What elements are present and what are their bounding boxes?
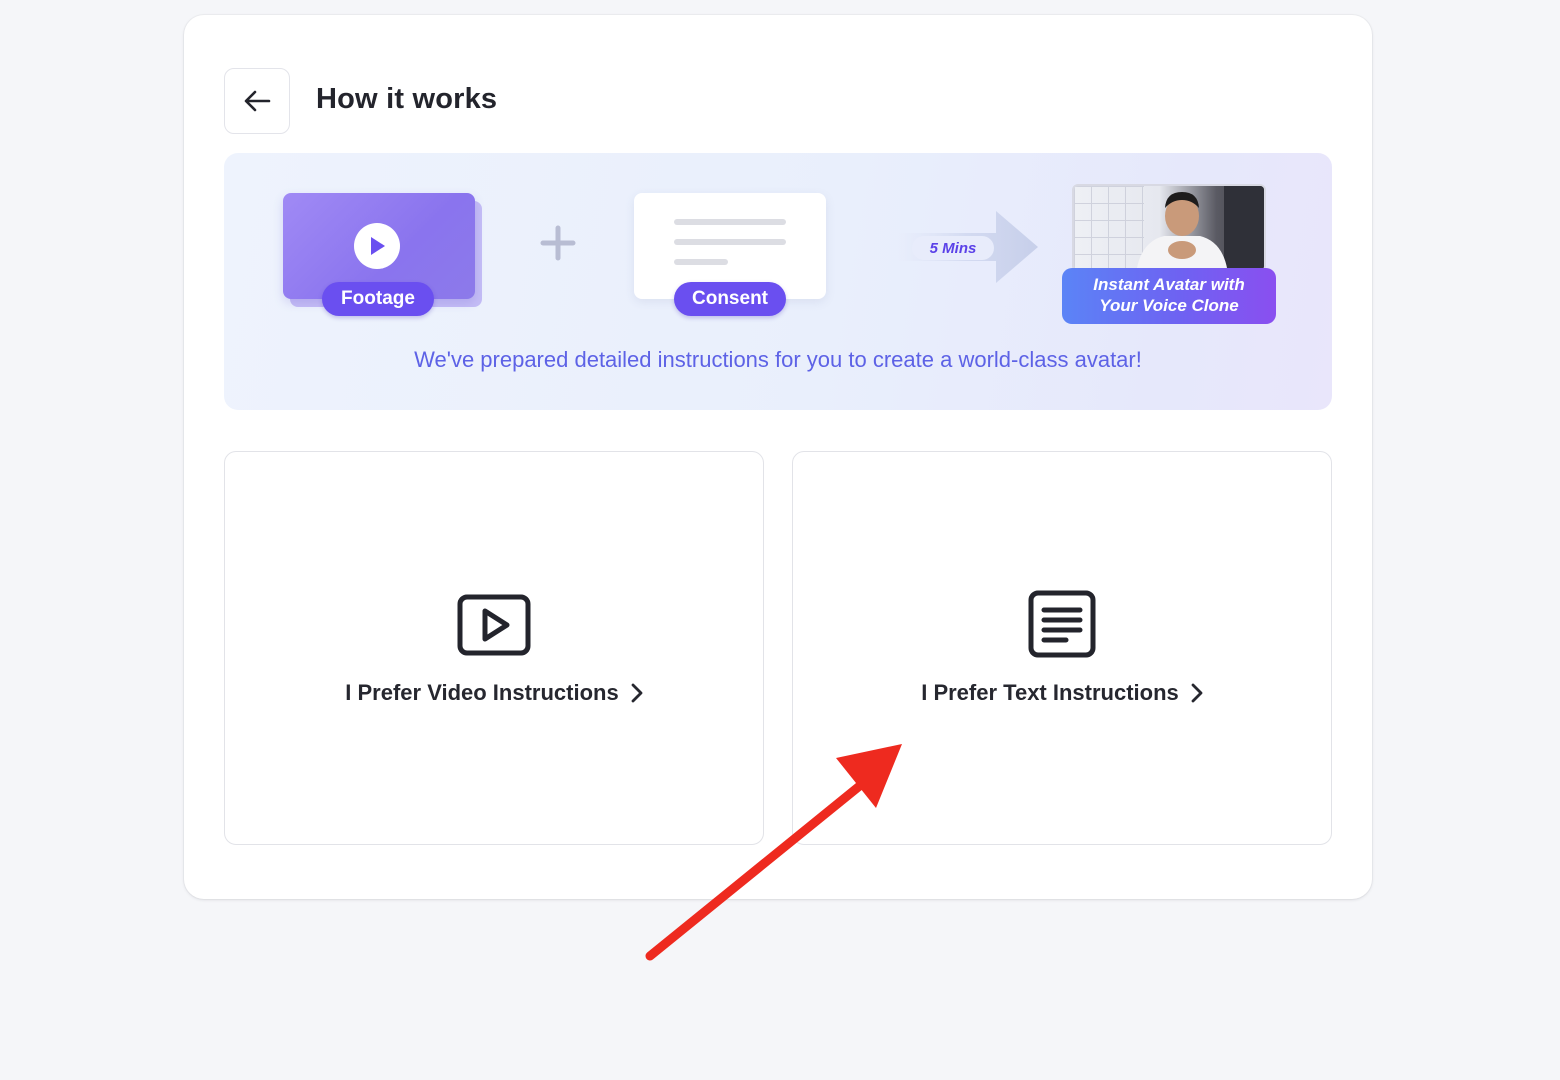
text-instructions-text: I Prefer Text Instructions: [921, 680, 1179, 705]
text-document-icon: [1028, 590, 1096, 658]
video-play-icon: [457, 594, 531, 656]
chevron-right-icon: [631, 683, 643, 703]
video-instructions-text: I Prefer Video Instructions: [345, 680, 619, 705]
result-label-line-1: Instant Avatar with: [1093, 275, 1245, 294]
text-line: [674, 219, 786, 225]
video-instructions-label: I Prefer Video Instructions: [225, 680, 763, 706]
duration-badge: 5 Mins: [912, 236, 994, 260]
text-instructions-label: I Prefer Text Instructions: [793, 680, 1331, 706]
play-icon: [354, 223, 400, 269]
chevron-right-icon: [1191, 683, 1203, 703]
avatar-preview-image: [1072, 184, 1266, 272]
footage-label: Footage: [322, 282, 434, 316]
plus-icon: [540, 225, 576, 261]
text-line: [674, 239, 786, 245]
how-it-works-banner: Footage Consent 5 Mins Instant Avatar wi…: [224, 153, 1332, 410]
result-label: Instant Avatar with Your Voice Clone: [1062, 268, 1276, 324]
annotation-arrow-icon: [645, 744, 902, 961]
consent-label: Consent: [674, 282, 786, 316]
arrow-left-icon: [244, 90, 271, 112]
page-title: How it works: [316, 83, 498, 115]
result-label-line-2: Your Voice Clone: [1099, 296, 1239, 315]
back-button[interactable]: [224, 68, 290, 134]
text-line: [674, 259, 728, 265]
banner-caption: We've prepared detailed instructions for…: [414, 347, 1142, 372]
person-figure: [1136, 186, 1264, 270]
